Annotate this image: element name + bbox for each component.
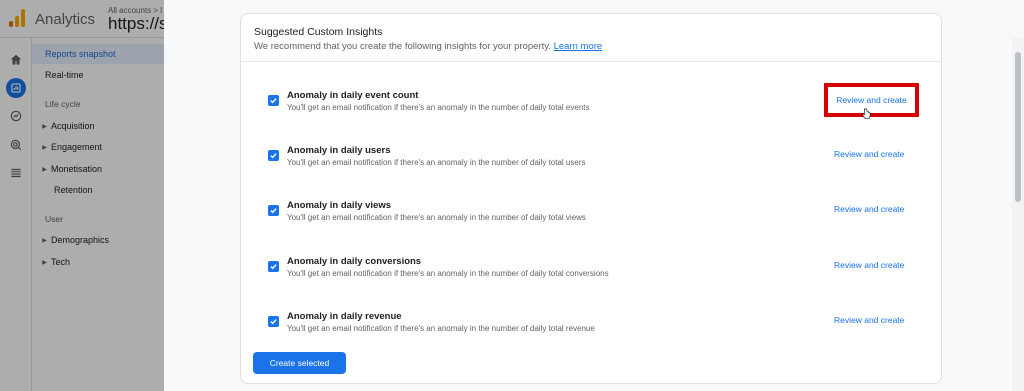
- review-and-create-button[interactable]: Review and create: [834, 204, 904, 214]
- insight-title: Anomaly in daily revenue: [287, 311, 402, 322]
- checkbox-checked-icon[interactable]: [268, 150, 279, 161]
- insight-description: You'll get an email notification if ther…: [287, 103, 590, 112]
- insight-description: You'll get an email notification if ther…: [287, 213, 586, 222]
- insight-description: You'll get an email notification if ther…: [287, 158, 586, 167]
- insight-row: Anomaly in daily conversions You'll get …: [241, 256, 941, 296]
- pointer-cursor-icon: [862, 108, 871, 119]
- checkbox-checked-icon[interactable]: [268, 95, 279, 106]
- review-and-create-label: Review and create: [836, 95, 907, 105]
- card-title: Suggested Custom Insights: [254, 26, 383, 38]
- divider: [241, 61, 941, 62]
- card-subtitle-text: We recommend that you create the followi…: [254, 41, 551, 52]
- review-and-create-button[interactable]: Review and create: [834, 149, 904, 159]
- create-selected-button[interactable]: Create selected: [253, 352, 346, 374]
- insight-row: Anomaly in daily views You'll get an ema…: [241, 200, 941, 240]
- checkbox-checked-icon[interactable]: [268, 205, 279, 216]
- insight-row: Anomaly in daily users You'll get an ema…: [241, 145, 941, 185]
- insight-description: You'll get an email notification if ther…: [287, 269, 609, 278]
- insight-row: Anomaly in daily revenue You'll get an e…: [241, 311, 941, 351]
- review-and-create-button[interactable]: Review and create: [824, 83, 919, 117]
- card-subtitle: We recommend that you create the followi…: [254, 41, 602, 52]
- checkbox-checked-icon[interactable]: [268, 261, 279, 272]
- review-and-create-button[interactable]: Review and create: [834, 315, 904, 325]
- checkbox-checked-icon[interactable]: [268, 316, 279, 327]
- scrollbar[interactable]: [1012, 38, 1024, 391]
- insight-row: Anomaly in daily event count You'll get …: [241, 83, 941, 130]
- modal-scrim[interactable]: [0, 0, 164, 391]
- insight-title: Anomaly in daily event count: [287, 90, 419, 101]
- review-and-create-button[interactable]: Review and create: [834, 260, 904, 270]
- insights-dialog: Suggested Custom Insights We recommend t…: [164, 0, 1024, 391]
- learn-more-link[interactable]: Learn more: [554, 41, 603, 52]
- insight-title: Anomaly in daily users: [287, 145, 391, 156]
- scrollbar-thumb[interactable]: [1015, 52, 1021, 202]
- insight-description: You'll get an email notification if ther…: [287, 324, 595, 333]
- suggested-insights-card: Suggested Custom Insights We recommend t…: [240, 13, 942, 384]
- insight-title: Anomaly in daily conversions: [287, 256, 422, 267]
- insight-title: Anomaly in daily views: [287, 200, 392, 211]
